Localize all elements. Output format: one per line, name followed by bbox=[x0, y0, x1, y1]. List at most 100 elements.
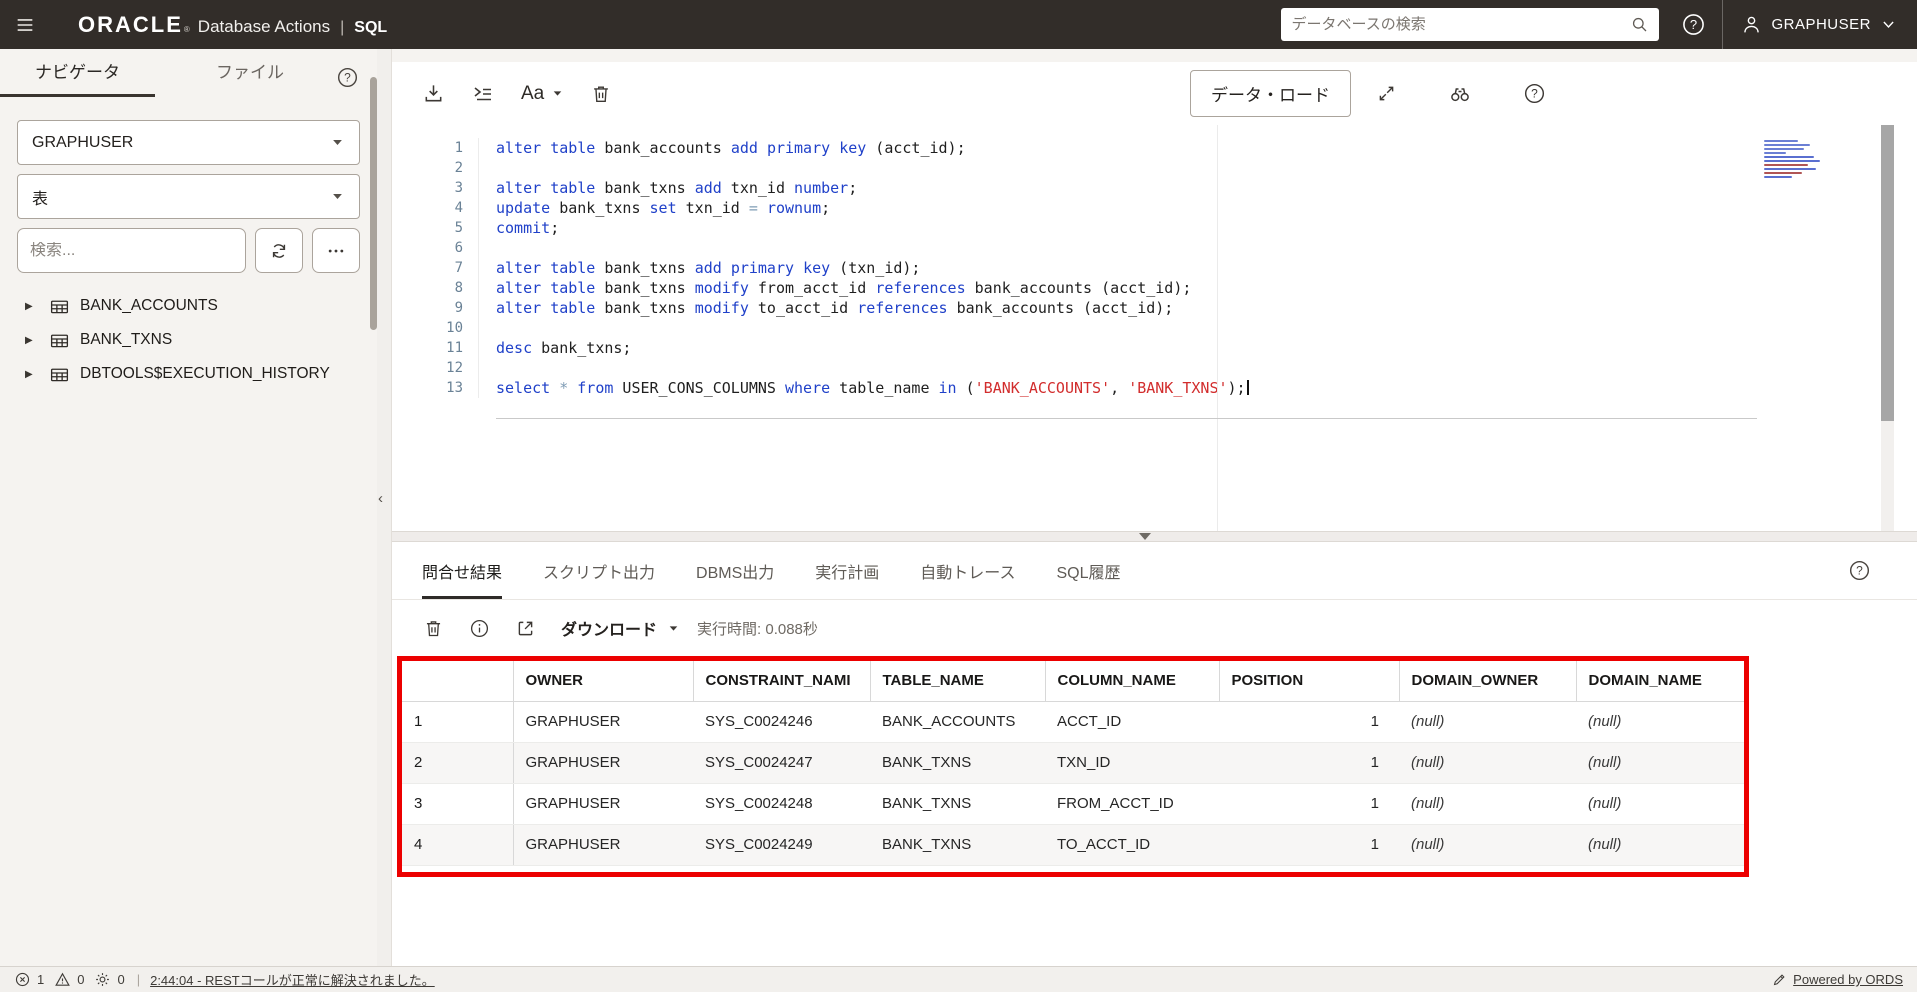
table-cell[interactable]: 1 bbox=[1219, 824, 1399, 865]
sidebar-help-icon[interactable]: ? bbox=[336, 66, 359, 89]
font-size-button[interactable]: Aa bbox=[521, 83, 564, 105]
editor-scrollbar-thumb[interactable] bbox=[1881, 125, 1894, 421]
code-line[interactable]: 11desc bank_txns; bbox=[392, 338, 1917, 358]
database-search-input[interactable] bbox=[1291, 16, 1630, 33]
code-line[interactable]: 5commit; bbox=[392, 218, 1917, 238]
table-cell[interactable]: 1 bbox=[1219, 783, 1399, 824]
column-header[interactable]: POSITION bbox=[1219, 661, 1399, 701]
warning-counter[interactable]: 0 bbox=[54, 971, 84, 988]
row-number-cell[interactable]: 4 bbox=[402, 824, 513, 865]
tab-query-result[interactable]: 問合せ結果 bbox=[422, 559, 502, 599]
tab-files[interactable]: ファイル bbox=[195, 58, 305, 97]
tab-autotrace[interactable]: 自動トレース bbox=[920, 559, 1015, 599]
code-area[interactable]: 1alter table bank_accounts add primary k… bbox=[392, 125, 1917, 398]
code-line[interactable]: 13select * from USER_CONS_COLUMNS where … bbox=[392, 378, 1917, 398]
column-header[interactable]: CONSTRAINT_NAMI bbox=[693, 661, 870, 701]
table-cell[interactable]: (null) bbox=[1399, 824, 1576, 865]
collapse-sidebar-icon[interactable]: ‹ bbox=[378, 490, 383, 507]
row-number-cell[interactable]: 2 bbox=[402, 742, 513, 783]
code-line[interactable]: 3alter table bank_txns add txn_id number… bbox=[392, 178, 1917, 198]
table-cell[interactable]: TXN_ID bbox=[1045, 742, 1219, 783]
table-cell[interactable]: TO_ACCT_ID bbox=[1045, 824, 1219, 865]
table-cell[interactable]: (null) bbox=[1576, 701, 1744, 742]
caret-right-icon[interactable]: ▶ bbox=[25, 301, 39, 312]
help-icon[interactable]: ? bbox=[1681, 12, 1706, 37]
code-line[interactable]: 10 bbox=[392, 318, 1917, 338]
results-help-icon[interactable]: ? bbox=[1848, 559, 1871, 582]
table-cell[interactable]: GRAPHUSER bbox=[513, 824, 693, 865]
tree-item-bank-accounts[interactable]: ▶ BANK_ACCOUNTS bbox=[17, 289, 360, 323]
table-cell[interactable]: BANK_TXNS bbox=[870, 824, 1045, 865]
error-counter[interactable]: 1 bbox=[14, 971, 44, 988]
column-header[interactable]: TABLE_NAME bbox=[870, 661, 1045, 701]
clear-worksheet-icon[interactable] bbox=[590, 83, 612, 105]
download-script-icon[interactable] bbox=[422, 82, 445, 105]
tab-navigator[interactable]: ナビゲータ bbox=[0, 58, 155, 97]
caret-right-icon[interactable]: ▶ bbox=[25, 369, 39, 380]
data-load-button[interactable]: データ・ロード bbox=[1190, 70, 1351, 117]
code-line[interactable]: 12 bbox=[392, 358, 1917, 378]
table-cell[interactable]: BANK_TXNS bbox=[870, 742, 1045, 783]
object-type-select[interactable]: 表 bbox=[17, 174, 360, 219]
table-cell[interactable]: BANK_TXNS bbox=[870, 783, 1045, 824]
table-cell[interactable]: (null) bbox=[1399, 783, 1576, 824]
sidebar-splitter[interactable]: ‹ bbox=[377, 49, 392, 966]
powered-by-ords-link[interactable]: Powered by ORDS bbox=[1793, 972, 1903, 987]
expand-icon[interactable] bbox=[1376, 83, 1397, 104]
table-cell[interactable]: SYS_C0024246 bbox=[693, 701, 870, 742]
table-cell[interactable]: ACCT_ID bbox=[1045, 701, 1219, 742]
code-line[interactable]: 9alter table bank_txns modify to_acct_id… bbox=[392, 298, 1917, 318]
tree-item-bank-txns[interactable]: ▶ BANK_TXNS bbox=[17, 323, 360, 357]
object-search-input[interactable] bbox=[30, 242, 233, 260]
table-cell[interactable]: SYS_C0024249 bbox=[693, 824, 870, 865]
table-row[interactable]: 2GRAPHUSERSYS_C0024247BANK_TXNSTXN_ID1(n… bbox=[402, 742, 1744, 783]
row-number-cell[interactable]: 1 bbox=[402, 701, 513, 742]
table-cell[interactable]: 1 bbox=[1219, 742, 1399, 783]
row-number-cell[interactable]: 3 bbox=[402, 783, 513, 824]
info-icon[interactable] bbox=[469, 618, 490, 639]
table-cell[interactable]: (null) bbox=[1399, 742, 1576, 783]
column-header[interactable]: OWNER bbox=[513, 661, 693, 701]
clear-results-icon[interactable] bbox=[423, 618, 444, 639]
open-in-new-icon[interactable] bbox=[515, 618, 536, 639]
table-row[interactable]: 1GRAPHUSERSYS_C0024246BANK_ACCOUNTSACCT_… bbox=[402, 701, 1744, 742]
column-header[interactable]: DOMAIN_NAME bbox=[1576, 661, 1744, 701]
table-row[interactable]: 3GRAPHUSERSYS_C0024248BANK_TXNSFROM_ACCT… bbox=[402, 783, 1744, 824]
editor-scrollbar[interactable] bbox=[1881, 125, 1894, 531]
tab-sql-history[interactable]: SQL履歴 bbox=[1056, 559, 1120, 599]
sidebar-scrollbar-thumb[interactable] bbox=[370, 77, 377, 330]
table-row[interactable]: 4GRAPHUSERSYS_C0024249BANK_TXNSTO_ACCT_I… bbox=[402, 824, 1744, 865]
code-line[interactable]: 1alter table bank_accounts add primary k… bbox=[392, 138, 1917, 158]
code-line[interactable]: 2 bbox=[392, 158, 1917, 178]
find-binoculars-icon[interactable] bbox=[1448, 82, 1472, 106]
run-script-icon[interactable] bbox=[471, 82, 495, 106]
user-menu[interactable]: GRAPHUSER bbox=[1723, 0, 1917, 49]
process-counter[interactable]: 0 bbox=[94, 971, 124, 988]
tab-script-output[interactable]: スクリプト出力 bbox=[543, 559, 655, 599]
sql-editor[interactable]: 1alter table bank_accounts add primary k… bbox=[392, 125, 1917, 531]
table-cell[interactable]: FROM_ACCT_ID bbox=[1045, 783, 1219, 824]
table-cell[interactable]: (null) bbox=[1399, 701, 1576, 742]
results-splitter[interactable] bbox=[392, 531, 1917, 542]
code-line[interactable]: 6 bbox=[392, 238, 1917, 258]
splitter-grip-icon[interactable] bbox=[1139, 533, 1151, 540]
tab-dbms-output[interactable]: DBMS出力 bbox=[696, 559, 774, 599]
download-results-button[interactable]: ダウンロード bbox=[561, 616, 680, 640]
table-cell[interactable]: GRAPHUSER bbox=[513, 701, 693, 742]
more-actions-button[interactable] bbox=[312, 228, 360, 273]
schema-select[interactable]: GRAPHUSER bbox=[17, 120, 360, 165]
code-line[interactable]: 4update bank_txns set txn_id = rownum; bbox=[392, 198, 1917, 218]
search-icon[interactable] bbox=[1630, 15, 1649, 34]
refresh-button[interactable] bbox=[255, 228, 303, 273]
tree-item-dbtools-execution-history[interactable]: ▶ DBTOOLS$EXECUTION_HISTORY bbox=[17, 357, 360, 391]
column-header[interactable]: DOMAIN_OWNER bbox=[1399, 661, 1576, 701]
code-line[interactable]: 7alter table bank_txns add primary key (… bbox=[392, 258, 1917, 278]
status-message-link[interactable]: 2:44:04 - RESTコールが正常に解決されました。 bbox=[150, 970, 435, 989]
table-cell[interactable]: SYS_C0024248 bbox=[693, 783, 870, 824]
table-cell[interactable]: (null) bbox=[1576, 742, 1744, 783]
editor-help-icon[interactable]: ? bbox=[1523, 82, 1546, 105]
column-header[interactable]: COLUMN_NAME bbox=[1045, 661, 1219, 701]
caret-right-icon[interactable]: ▶ bbox=[25, 335, 39, 346]
hamburger-menu-icon[interactable] bbox=[14, 14, 36, 36]
code-line[interactable]: 8alter table bank_txns modify from_acct_… bbox=[392, 278, 1917, 298]
